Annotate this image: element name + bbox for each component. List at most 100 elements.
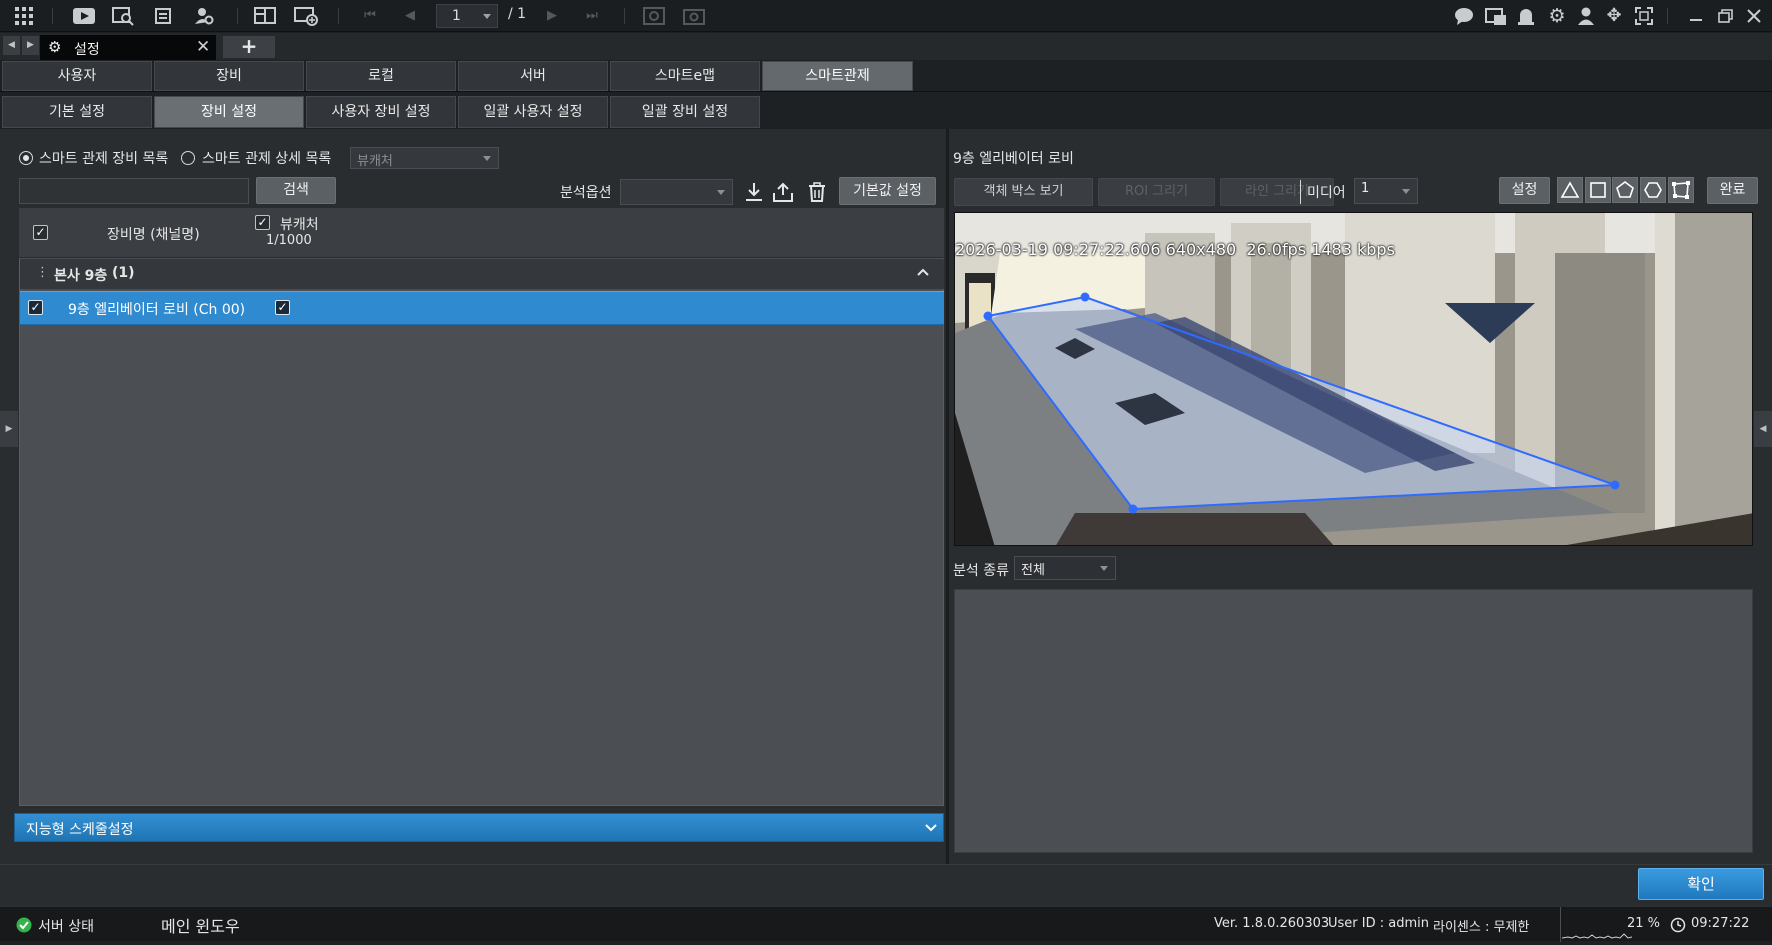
- dialog-footer: [0, 864, 1772, 906]
- message-icon[interactable]: [1485, 6, 1506, 26]
- prev-page-icon[interactable]: ◀: [400, 6, 420, 26]
- media-combo[interactable]: 1: [1354, 178, 1418, 204]
- analysis-type-value: 전체: [1021, 563, 1045, 578]
- tab-local[interactable]: 로컬: [306, 61, 456, 91]
- select-all-checkbox[interactable]: ✓: [33, 225, 48, 240]
- default-settings-button[interactable]: 기본값 설정: [839, 177, 936, 205]
- group-label: 본사 9층: [54, 268, 108, 284]
- object-box-button[interactable]: 객체 박스 보기: [954, 178, 1093, 206]
- page-total: / 1: [508, 6, 527, 22]
- layout-icon[interactable]: [254, 6, 276, 26]
- radio-device-list-label: 스마트 관제 장비 목록: [39, 151, 169, 167]
- snapshot-icon[interactable]: [643, 6, 665, 26]
- version-text: Ver. 1.8.0.260303: [1214, 916, 1330, 931]
- rectangle-roi-icon[interactable]: [1585, 177, 1611, 203]
- col-viewcatcher: 뷰캐처: [280, 217, 319, 233]
- detail-type-combo[interactable]: 뷰캐처: [350, 147, 499, 169]
- roi-draw-button[interactable]: ROI 그리기: [1098, 178, 1215, 206]
- last-page-icon[interactable]: ⏭: [582, 6, 602, 26]
- drag-handle-icon[interactable]: ⋮: [36, 265, 49, 280]
- right-panel-toggle-icon[interactable]: ◀: [1754, 411, 1772, 447]
- row-checkbox[interactable]: ✓: [28, 300, 43, 315]
- left-panel-toggle-icon[interactable]: ▶: [0, 411, 18, 447]
- done-button[interactable]: 완료: [1707, 177, 1758, 204]
- close-icon[interactable]: [1744, 6, 1764, 26]
- tab-smart-emap[interactable]: 스마트e맵: [610, 61, 760, 91]
- schedule-settings-bar[interactable]: 지능형 스케줄설정: [14, 813, 944, 842]
- next-page-icon[interactable]: ▶: [542, 6, 562, 26]
- radio-device-list[interactable]: [19, 151, 33, 165]
- playback-search-icon[interactable]: [112, 6, 134, 26]
- panel-splitter[interactable]: [946, 129, 949, 864]
- settings-button[interactable]: 설정: [1499, 177, 1550, 204]
- upload-icon[interactable]: [772, 181, 794, 207]
- download-icon[interactable]: [744, 181, 764, 207]
- analysis-type-combo[interactable]: 전체: [1014, 556, 1116, 580]
- schedule-settings-label: 지능형 스케줄설정: [26, 822, 134, 838]
- server-ok-icon: [16, 917, 32, 937]
- fullscreen-icon[interactable]: [1634, 6, 1654, 26]
- page-number-combo[interactable]: 1: [436, 4, 498, 28]
- row-viewcatcher-checkbox[interactable]: ✓: [275, 300, 290, 315]
- first-page-icon[interactable]: ⏮: [360, 6, 380, 26]
- person-search-icon[interactable]: [194, 6, 214, 26]
- chat-icon[interactable]: [1454, 6, 1474, 26]
- subtab-batch-user[interactable]: 일괄 사용자 설정: [458, 96, 608, 128]
- radio-detail-list[interactable]: [181, 151, 195, 165]
- gear-icon: ⚙: [48, 38, 62, 56]
- col-device-name: 장비명 (채널명): [107, 227, 200, 243]
- subtab-user-device[interactable]: 사용자 장비 설정: [306, 96, 456, 128]
- col-viewcatcher-count: 1/1000: [266, 233, 312, 248]
- tab-scroll-left-icon[interactable]: ◀: [3, 36, 20, 55]
- subtab-basic[interactable]: 기본 설정: [2, 96, 152, 128]
- custom-polygon-roi-icon[interactable]: [1668, 177, 1694, 203]
- camera-video[interactable]: 2026-03-19 09:27:22.606 640x480 26.0fps …: [954, 212, 1753, 546]
- apps-grid-icon[interactable]: [14, 6, 34, 26]
- analysis-option-combo[interactable]: [620, 179, 733, 205]
- server-status[interactable]: 서버 상태: [38, 916, 94, 936]
- chevron-up-icon[interactable]: [916, 265, 930, 283]
- clock-time: 09:27:22: [1691, 916, 1750, 931]
- restore-icon[interactable]: [1716, 6, 1736, 26]
- add-screen-icon[interactable]: [294, 6, 318, 26]
- delete-icon[interactable]: [807, 181, 827, 207]
- add-tab-button[interactable]: +: [223, 36, 275, 58]
- cpu-percent: 21 %: [1627, 916, 1661, 931]
- tab-scroll-right-icon[interactable]: ▶: [22, 36, 39, 55]
- status-bar: 서버 상태 메인 윈도우 Ver. 1.8.0.260303 User ID :…: [0, 906, 1772, 942]
- settings-icon[interactable]: ⚙: [1547, 6, 1567, 26]
- triangle-roi-icon[interactable]: [1557, 177, 1583, 203]
- tab-settings[interactable]: ⚙ 설정 ✕: [40, 35, 216, 60]
- search-button[interactable]: 검색: [256, 177, 336, 204]
- table-row[interactable]: ✓ 9층 엘리베이터 로비 (Ch 00) ✓: [20, 291, 944, 325]
- alarm-icon[interactable]: [1516, 6, 1536, 26]
- viewcatcher-all-checkbox[interactable]: ✓: [255, 215, 270, 230]
- video-overlay-info: 2026-03-19 09:27:22.606 640x480 26.0fps …: [955, 240, 1395, 259]
- record-icon[interactable]: [683, 6, 705, 26]
- media-value: 1: [1361, 181, 1370, 196]
- subtab-batch-device[interactable]: 일괄 장비 설정: [610, 96, 760, 128]
- main-toolbar: ⏮ ◀ 1 / 1 ▶ ⏭ ⚙ ✥: [0, 0, 1772, 32]
- chevron-down-icon[interactable]: [924, 821, 938, 839]
- event-search-icon[interactable]: [154, 6, 174, 26]
- tab-smart-control[interactable]: 스마트관제: [762, 61, 913, 91]
- media-label: 미디어: [1307, 185, 1346, 201]
- minimize-icon[interactable]: [1686, 6, 1706, 26]
- pentagon-roi-icon[interactable]: [1612, 177, 1638, 203]
- tab-device[interactable]: 장비: [154, 61, 304, 91]
- user-id-text: User ID : admin: [1328, 916, 1429, 931]
- analysis-option-label: 분석옵션: [560, 185, 612, 201]
- ok-button[interactable]: 확인: [1638, 868, 1764, 900]
- tab-server[interactable]: 서버: [458, 61, 608, 91]
- main-window-label[interactable]: 메인 윈도우: [161, 913, 240, 937]
- search-input[interactable]: [19, 178, 249, 204]
- user-icon[interactable]: [1576, 6, 1596, 26]
- subtab-device[interactable]: 장비 설정: [154, 96, 304, 128]
- move-icon[interactable]: ✥: [1604, 6, 1624, 26]
- hexagon-roi-icon[interactable]: [1640, 177, 1666, 203]
- group-row[interactable]: ⋮ 본사 9층 (1): [20, 259, 944, 289]
- close-tab-icon[interactable]: ✕: [196, 37, 210, 57]
- live-view-icon[interactable]: [72, 6, 96, 26]
- tab-user[interactable]: 사용자: [2, 61, 152, 91]
- page-current: 1: [452, 8, 461, 24]
